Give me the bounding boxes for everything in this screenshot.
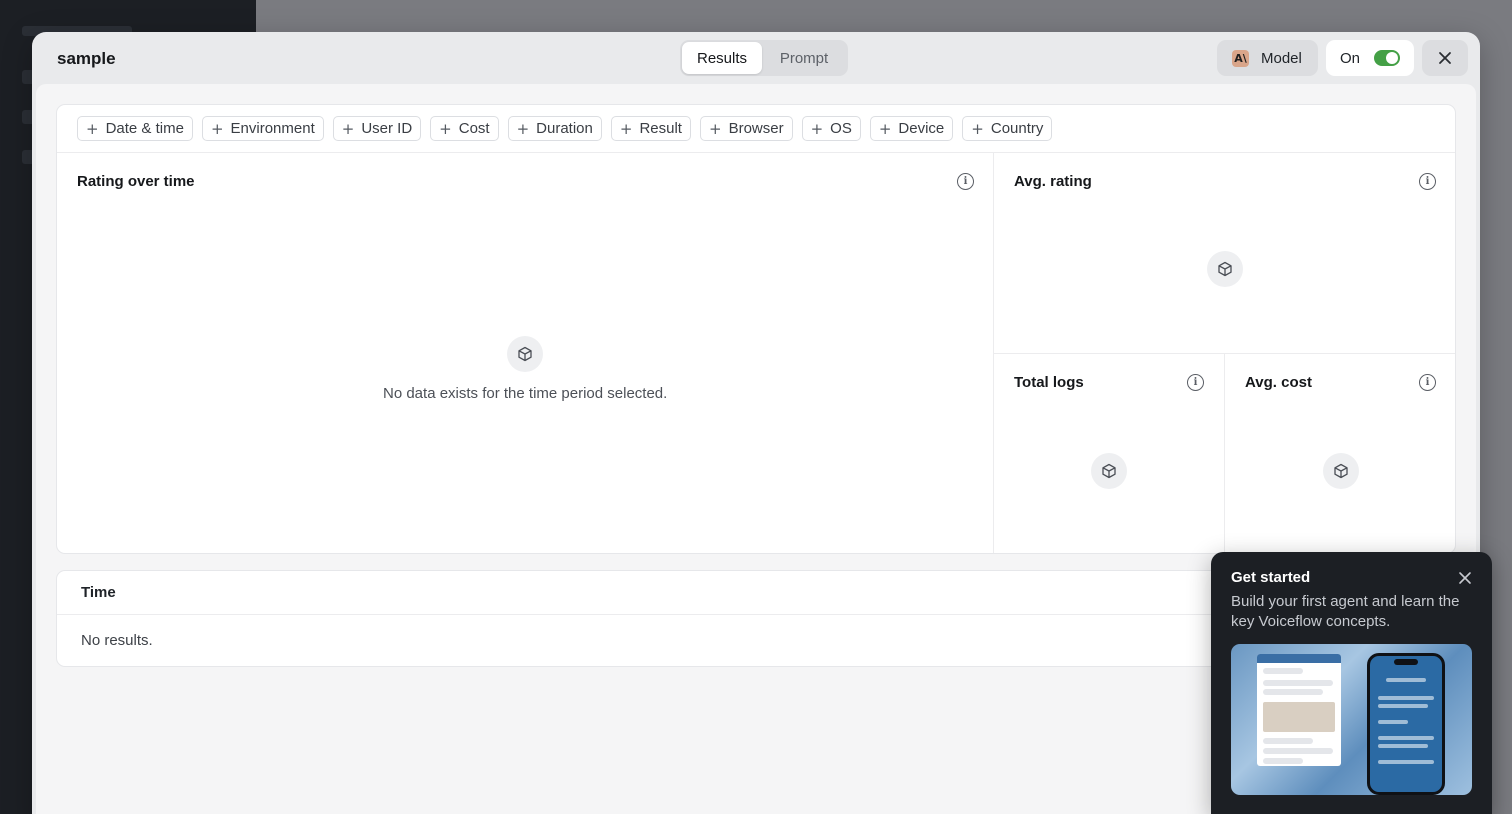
info-icon[interactable]: i: [1419, 173, 1436, 190]
model-button[interactable]: A\ Model: [1217, 40, 1318, 76]
empty-state-message: No data exists for the time period selec…: [383, 385, 668, 402]
status-toggle-label: On: [1340, 49, 1361, 67]
filter-browser[interactable]: + Browser: [699, 116, 793, 141]
model-logo-icon: A\: [1232, 49, 1249, 67]
view-tabs: Results Prompt: [680, 40, 848, 76]
plus-icon: +: [878, 119, 892, 138]
avg-rating-panel: Avg. rating i: [994, 153, 1455, 354]
plus-icon: +: [341, 119, 355, 138]
filter-user-id[interactable]: + User ID: [332, 116, 422, 141]
status-toggle[interactable]: On: [1326, 40, 1414, 76]
filter-duration[interactable]: + Duration: [507, 116, 602, 141]
panel-title: Rating over time: [77, 173, 195, 190]
chat-preview-illustration: [1257, 654, 1341, 766]
plus-icon: +: [210, 119, 224, 138]
panel-title: Avg. cost: [1245, 374, 1312, 391]
tab-results[interactable]: Results: [682, 42, 762, 74]
plus-icon: +: [619, 119, 633, 138]
cube-icon: [507, 336, 543, 372]
plus-icon: +: [708, 119, 722, 138]
filter-environment[interactable]: + Environment: [201, 116, 324, 141]
close-modal-button[interactable]: [1422, 40, 1468, 76]
info-icon[interactable]: i: [957, 173, 974, 190]
toggle-switch[interactable]: [1374, 50, 1401, 66]
rating-over-time-panel: Rating over time i No data exists for th…: [57, 153, 994, 553]
filter-bar: + Date & time + Environment + User ID + Cost…: [57, 105, 1455, 153]
get-started-description: Build your first agent and learn the key…: [1231, 593, 1460, 630]
filter-device[interactable]: + Device: [869, 116, 954, 141]
filter-date-time[interactable]: + Date & time: [77, 116, 193, 141]
cube-icon: [1207, 251, 1243, 287]
plus-icon: +: [86, 119, 99, 138]
get-started-title: Get started: [1231, 569, 1311, 586]
filter-cost[interactable]: + Cost: [430, 116, 499, 141]
info-icon[interactable]: i: [1419, 374, 1436, 391]
plus-icon: +: [810, 119, 824, 138]
modal-title: sample: [57, 49, 116, 68]
info-icon[interactable]: i: [1187, 374, 1204, 391]
cube-icon: [1091, 453, 1127, 489]
filter-result[interactable]: + Result: [610, 116, 691, 141]
model-button-label: Model: [1261, 49, 1302, 67]
tab-prompt[interactable]: Prompt: [762, 42, 846, 74]
plus-icon: +: [516, 119, 530, 138]
panel-title: Avg. rating: [1014, 173, 1092, 190]
analytics-card: + Date & time + Environment + User ID + Cost…: [56, 104, 1456, 554]
cube-icon: [1323, 453, 1359, 489]
plus-icon: +: [439, 119, 452, 138]
panel-title: Total logs: [1014, 374, 1084, 391]
close-icon: [1439, 52, 1451, 64]
close-icon[interactable]: [1457, 570, 1473, 586]
modal-header: sample Results Prompt A\ Model On: [32, 32, 1480, 84]
plus-icon: +: [971, 119, 984, 138]
get-started-popup: Get started Build your first agent and l…: [1211, 552, 1492, 814]
table-empty-message: No results.: [81, 632, 153, 649]
phone-illustration: [1367, 653, 1445, 795]
filter-country[interactable]: + Country: [962, 116, 1053, 141]
total-logs-panel: Total logs i: [994, 354, 1225, 553]
filter-os[interactable]: + OS: [801, 116, 861, 141]
avg-cost-panel: Avg. cost i: [1225, 354, 1455, 553]
get-started-image[interactable]: [1231, 644, 1472, 795]
